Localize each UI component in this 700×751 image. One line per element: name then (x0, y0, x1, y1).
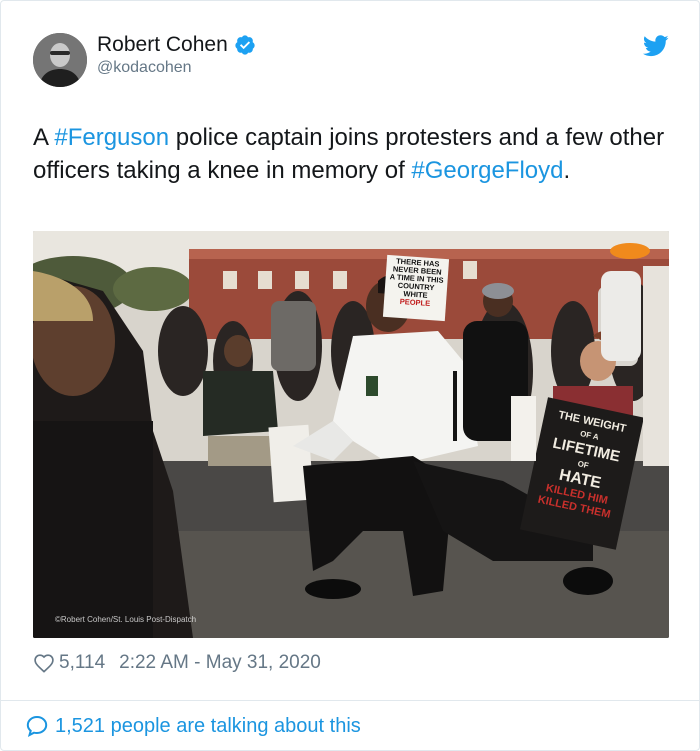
author-avatar[interactable] (33, 33, 87, 87)
conversation-text[interactable]: 1,521 people are talking about this (55, 715, 361, 738)
twitter-bird-icon[interactable] (643, 35, 669, 57)
author-handle[interactable]: @kodacohen (97, 59, 192, 77)
author-name-row[interactable]: Robert Cohen (97, 33, 256, 57)
tweet-text-part: A (33, 124, 55, 151)
verified-badge-icon (235, 35, 255, 55)
protest-sign-1: THERE HAS NEVER BEEN A TIME IN THIS COUN… (382, 254, 450, 322)
hashtag-link[interactable]: #Ferguson (54, 124, 169, 151)
hashtag-link[interactable]: #GeorgeFloyd (411, 157, 563, 184)
footer-divider (1, 700, 699, 701)
tweet-text: A #Ferguson police captain joins protest… (33, 121, 673, 187)
tweet-card: Robert Cohen @kodacohen A #Ferguson poli… (0, 0, 700, 751)
author-name[interactable]: Robert Cohen (97, 33, 228, 57)
photo-credit: ©Robert Cohen/St. Louis Post-Dispatch (55, 615, 197, 624)
tweet-photo[interactable]: THERE HAS NEVER BEEN A TIME IN THIS COUN… (33, 231, 669, 638)
tweet-text-part: . (563, 157, 571, 184)
profile-photo-icon (33, 33, 87, 87)
speech-bubble-icon (26, 715, 48, 737)
conversation-link[interactable]: 1,521 people are talking about this (25, 714, 361, 738)
tweet-timestamp[interactable]: 2:22 AM - May 31, 2020 (119, 652, 321, 674)
tweet-meta: 5,114 2:22 AM - May 31, 2020 (33, 652, 321, 674)
heart-icon[interactable] (33, 652, 55, 674)
like-count[interactable]: 5,114 (59, 652, 105, 674)
